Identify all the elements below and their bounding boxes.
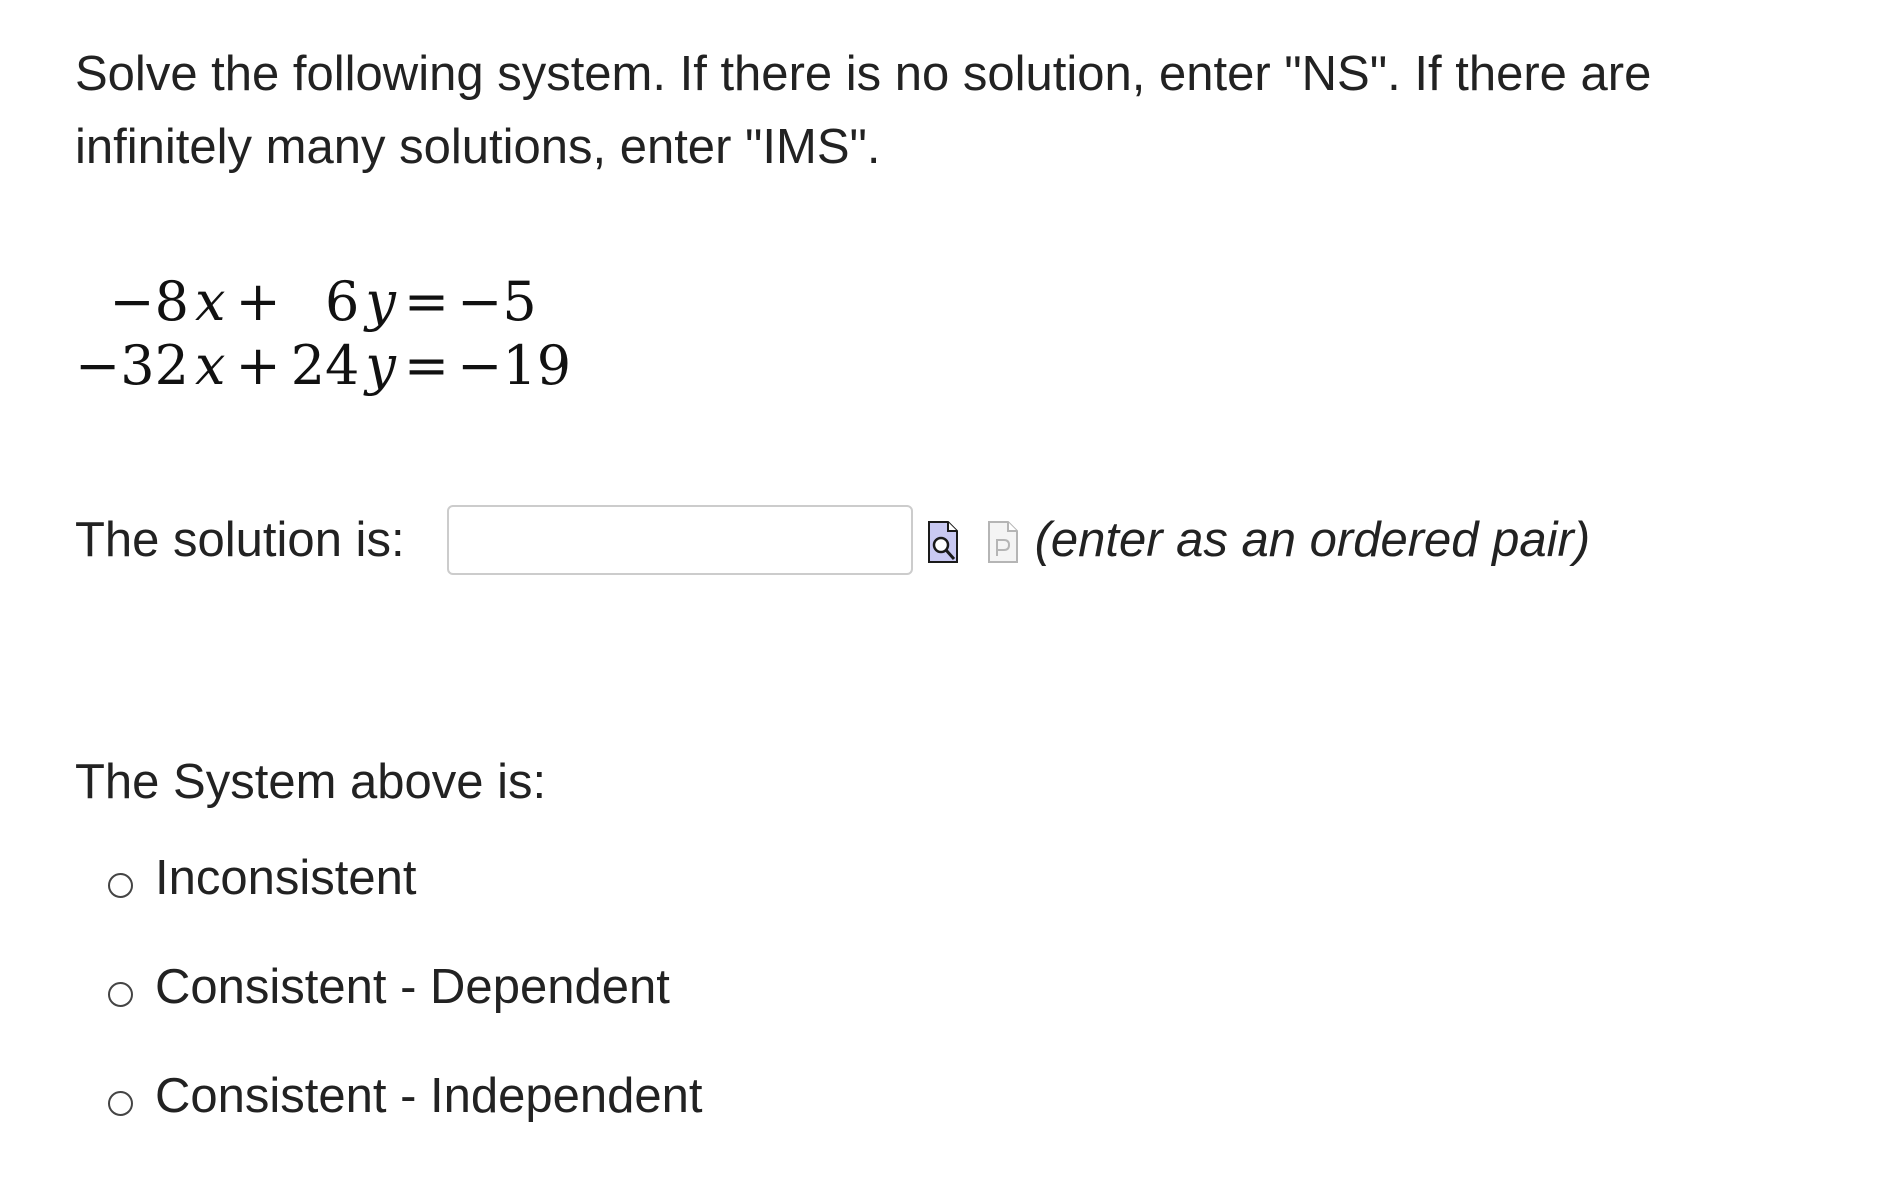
- x-coefficient: −32: [75, 334, 189, 397]
- y-coefficient: 24: [290, 334, 360, 397]
- equation-table: −8 x + 6y = −5 −32 x + 24 y = −19: [75, 270, 571, 398]
- right-hand-side: −5: [457, 270, 537, 333]
- question-prompt: Solve the following system. If there is …: [75, 47, 1652, 174]
- option-label[interactable]: Consistent - Independent: [155, 1066, 703, 1126]
- equation-row: −32 x + 24 y = −19: [75, 334, 571, 398]
- option-inconsistent[interactable]: Inconsistent: [108, 848, 703, 908]
- solution-input[interactable]: [446, 505, 913, 575]
- y-variable: y: [365, 270, 396, 333]
- solution-label: The solution is:: [75, 513, 405, 567]
- y-coefficient: 6: [325, 270, 360, 333]
- option-label[interactable]: Inconsistent: [155, 848, 417, 908]
- x-coefficient: −8: [109, 270, 189, 333]
- option-consistent-independent[interactable]: Consistent - Independent: [108, 1066, 703, 1126]
- y-variable: y: [365, 334, 396, 397]
- equation-system: −8 x + 6y = −5 −32 x + 24 y = −19: [75, 270, 571, 398]
- system-classification-label: The System above is:: [75, 755, 547, 809]
- option-label[interactable]: Consistent - Dependent: [155, 957, 670, 1017]
- solution-row: The solution is: (enter as an ordered pa…: [75, 500, 1590, 580]
- equals-sign: =: [403, 270, 450, 333]
- radio-button[interactable]: [108, 872, 133, 898]
- operator: +: [235, 270, 281, 333]
- x-variable: x: [194, 334, 226, 397]
- operator: +: [235, 334, 281, 397]
- system-classification-options: Inconsistent Consistent - Dependent Cons…: [108, 848, 703, 1175]
- equals-sign: =: [403, 334, 450, 397]
- option-consistent-dependent[interactable]: Consistent - Dependent: [108, 957, 703, 1017]
- right-hand-side: −19: [457, 334, 572, 397]
- radio-button[interactable]: [108, 981, 133, 1007]
- x-variable: x: [194, 270, 226, 333]
- radio-button[interactable]: [108, 1090, 133, 1116]
- preview-answer-icon[interactable]: [927, 520, 959, 564]
- format-help-icon[interactable]: [987, 520, 1019, 564]
- equation-row: −8 x + 6y = −5: [75, 270, 571, 334]
- answer-format-hint: (enter as an ordered pair): [1034, 513, 1591, 567]
